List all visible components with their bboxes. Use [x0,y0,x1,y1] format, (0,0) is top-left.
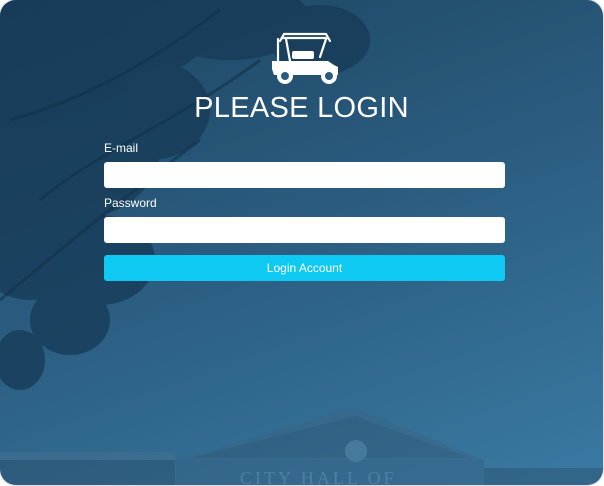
page-title: PLEASE LOGIN [194,92,409,124]
email-label: E-mail [104,141,139,155]
email-field[interactable] [104,162,505,188]
password-label: Password [104,196,157,210]
golf-cart-icon [272,32,338,84]
password-field[interactable] [104,217,505,243]
login-card: CITY HALL OF PLEASE LOGIN E-mail Passwor… [0,0,603,485]
login-button[interactable]: Login Account [104,255,505,281]
login-form: PLEASE LOGIN E-mail Password Login Accou… [0,0,603,485]
